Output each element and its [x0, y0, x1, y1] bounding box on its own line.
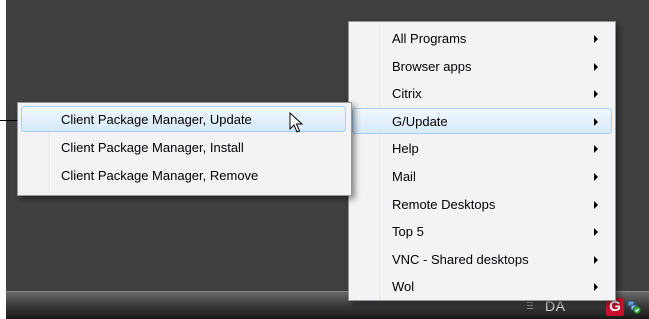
menu-item-label: Client Package Manager, Install — [61, 140, 244, 155]
chevron-right-icon — [594, 255, 598, 264]
menu-item-browser-apps[interactable]: Browser apps — [352, 53, 612, 79]
menu-item-label: Top 5 — [392, 224, 424, 240]
chevron-right-icon — [594, 173, 598, 181]
menu-item-label: Wol — [392, 279, 415, 295]
chevron-right-icon — [594, 62, 598, 71]
menu-item-label: Browser apps — [392, 58, 472, 74]
mouse-pointer-icon — [289, 112, 304, 133]
menu-item-label: All Programs — [392, 31, 467, 46]
callout-line — [0, 120, 17, 121]
menu-item-help[interactable]: Help — [352, 135, 612, 161]
menu-item-top-5[interactable]: Top 5 — [352, 218, 612, 244]
chevron-right-icon — [594, 117, 598, 126]
chevron-right-icon — [594, 228, 598, 237]
submenu-item-client-package-manager-remove[interactable]: Client Package Manager, Remove — [21, 162, 346, 188]
menu-item-label: Client Package Manager, Remove — [61, 168, 259, 183]
menu-item-remote-desktops[interactable]: Remote Desktops — [352, 191, 612, 217]
menu-item-label: Remote Desktops — [392, 196, 496, 212]
chevron-right-icon — [594, 283, 598, 292]
chevron-right-icon — [594, 200, 598, 209]
chevron-right-icon — [594, 35, 598, 43]
chevron-right-icon — [594, 90, 598, 99]
tray-menu: All Programs Browser apps Citrix G/Update He… — [348, 21, 616, 301]
menu-item-g-update[interactable]: G/Update — [352, 107, 612, 134]
menu-item-label: Help — [392, 141, 419, 157]
submenu-item-client-package-manager-install[interactable]: Client Package Manager, Install — [21, 134, 346, 160]
menu-item-wol[interactable]: Wol — [352, 273, 612, 299]
network-status-icon[interactable] — [627, 300, 641, 314]
menu-item-mail[interactable]: Mail — [352, 163, 612, 189]
menu-item-label: Mail — [392, 169, 416, 184]
menu-item-citrix[interactable]: Citrix — [352, 80, 612, 106]
menu-item-label: Client Package Manager, Update — [61, 112, 252, 127]
menu-item-vnc-shared-desktops[interactable]: VNC - Shared desktops — [352, 246, 612, 272]
menu-item-label: Citrix — [392, 86, 422, 102]
menu-item-all-programs[interactable]: All Programs — [352, 25, 612, 51]
g-update-submenu: Client Package Manager, Update Client Pac… — [17, 102, 352, 196]
menu-item-label: VNC - Shared desktops — [392, 251, 529, 267]
chevron-right-icon — [594, 145, 598, 154]
menu-item-label: G/Update — [392, 113, 448, 129]
